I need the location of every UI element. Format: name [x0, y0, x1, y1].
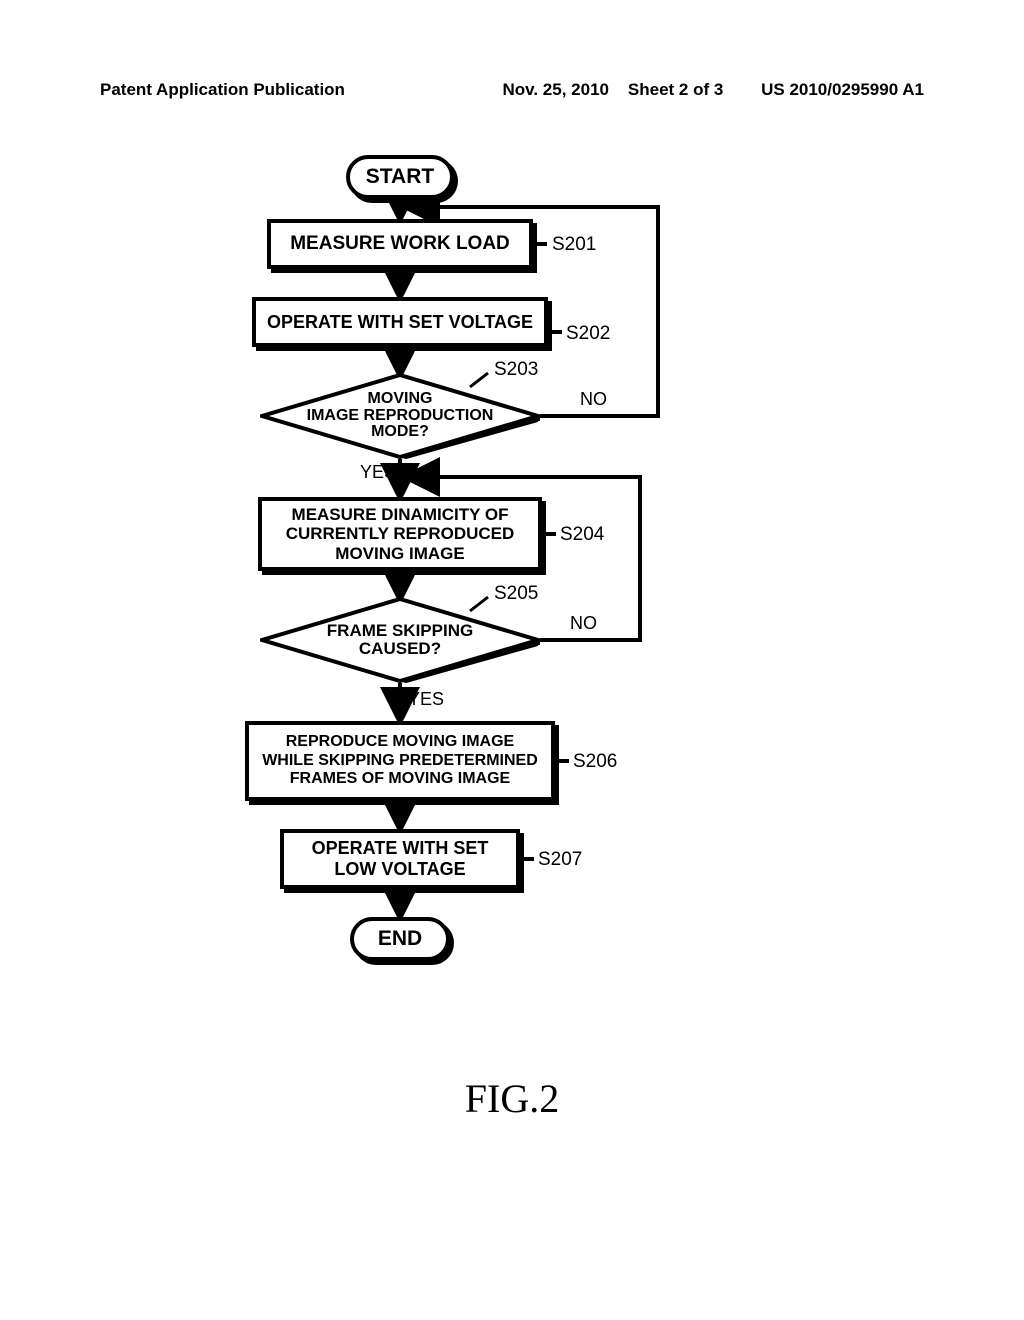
pub-label: Patent Application Publication	[100, 80, 345, 100]
decision-s203-text: MOVING IMAGE REPRODUCTION MODE?	[307, 391, 494, 441]
flowchart: START MEASURE WORK LOAD S201 OPERATE WIT…	[220, 155, 780, 1015]
sheet-info: Sheet 2 of 3	[628, 80, 723, 99]
terminal-end: END	[350, 917, 450, 961]
terminal-start: START	[346, 155, 454, 199]
ref-s206: S206	[573, 751, 617, 773]
step-s206-text: REPRODUCE MOVING IMAGE WHILE SKIPPING PR…	[262, 733, 538, 788]
step-s204-text: MEASURE DINAMICITY OF CURRENTLY REPRODUC…	[286, 505, 515, 564]
decision-s205-text: FRAME SKIPPING CAUSED?	[327, 622, 473, 658]
ref-s205: S205	[494, 583, 538, 605]
figure-caption: FIG.2	[0, 1075, 1024, 1122]
branch-s203-no: NO	[580, 389, 607, 410]
ref-s207: S207	[538, 849, 582, 871]
step-s201-text: MEASURE WORK LOAD	[290, 233, 510, 255]
step-s202-text: OPERATE WITH SET VOLTAGE	[267, 312, 533, 333]
ref-s204: S204	[560, 524, 604, 546]
step-s207: OPERATE WITH SET LOW VOLTAGE	[280, 829, 520, 889]
step-s206: REPRODUCE MOVING IMAGE WHILE SKIPPING PR…	[245, 721, 555, 801]
terminal-end-text: END	[378, 927, 422, 951]
ref-tick-s206	[555, 759, 569, 763]
ref-tick-s202	[548, 330, 562, 334]
step-s202: OPERATE WITH SET VOLTAGE	[252, 297, 548, 347]
branch-s205-yes: YES	[408, 689, 444, 710]
pub-date: Nov. 25, 2010	[503, 80, 609, 99]
ref-tick-s204	[542, 532, 556, 536]
ref-s202: S202	[566, 323, 610, 345]
doc-number: US 2010/0295990 A1	[761, 80, 924, 99]
ref-s203: S203	[494, 359, 538, 381]
decision-s205: FRAME SKIPPING CAUSED?	[260, 597, 540, 683]
ref-tick-s201	[533, 242, 547, 246]
branch-s205-no: NO	[570, 613, 597, 634]
decision-s203: MOVING IMAGE REPRODUCTION MODE?	[260, 373, 540, 459]
ref-s201: S201	[552, 234, 596, 256]
step-s201: MEASURE WORK LOAD	[267, 219, 533, 269]
step-s207-text: OPERATE WITH SET LOW VOLTAGE	[312, 838, 489, 879]
branch-s203-yes: YES	[360, 462, 396, 483]
ref-tick-s207	[520, 857, 534, 861]
terminal-start-text: START	[366, 165, 434, 189]
step-s204: MEASURE DINAMICITY OF CURRENTLY REPRODUC…	[258, 497, 542, 571]
